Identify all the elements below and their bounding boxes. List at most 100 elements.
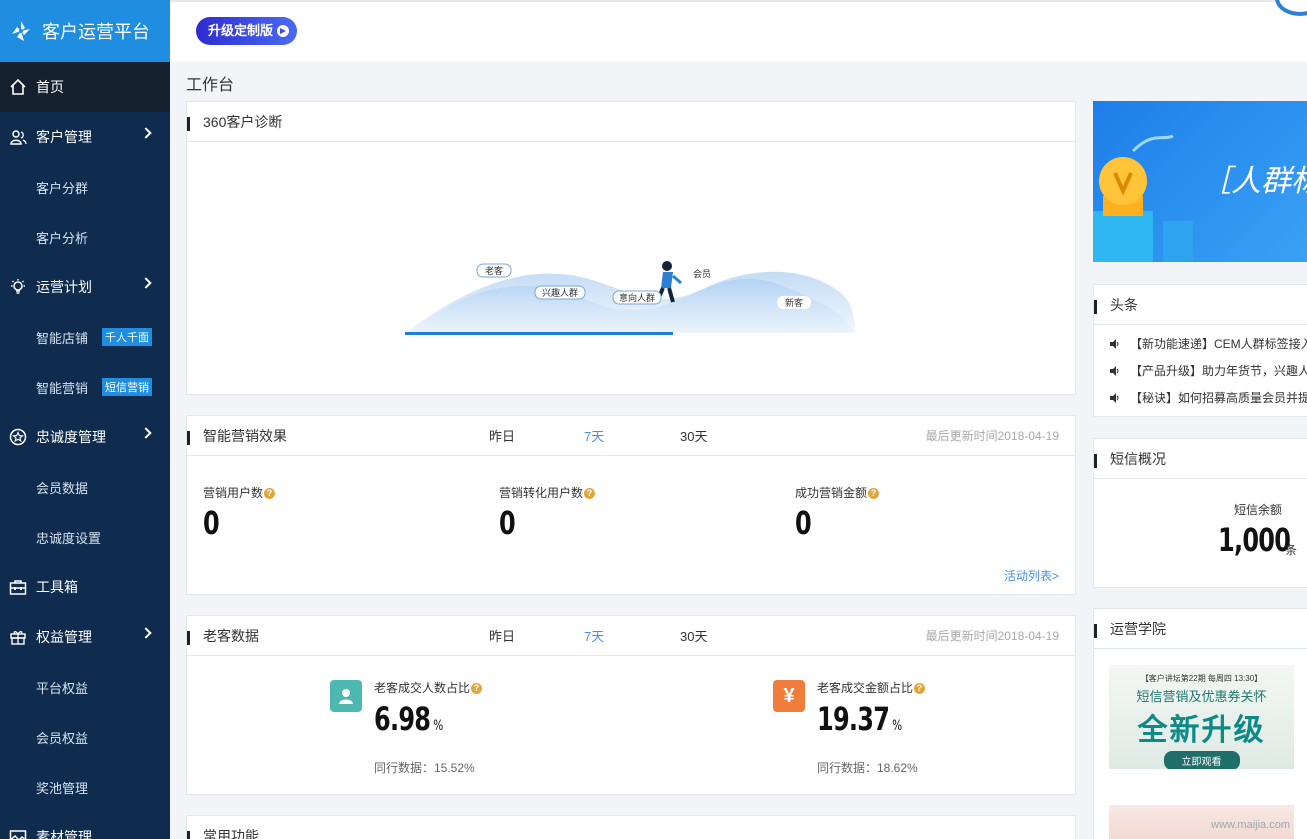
diag-label-old: 老客 (485, 265, 503, 276)
sidebar-nav: 首页 客户管理 客户分群 客户分析 运营计划 智能店铺 千人千面 智能营销 短信营销 忠诚度管理会… (0, 62, 170, 839)
metric-old-amount-ratio: 老客成交金额占比? (817, 679, 926, 696)
sidebar-item-3[interactable]: 客户分析 (0, 212, 170, 262)
users-icon (8, 127, 28, 147)
news-item-text: 【产品升级】助力年货节，兴趣人 (1130, 364, 1307, 378)
sidebar-item-1[interactable]: 客户管理 (0, 112, 170, 162)
marketing-period-yesterday[interactable]: 昨日 (489, 426, 515, 445)
sidebar-item-11[interactable]: 权益管理 (0, 612, 170, 662)
sidebar-item-10[interactable]: 工具箱 (0, 562, 170, 612)
sidebar-item-5[interactable]: 智能店铺 千人千面 (0, 312, 170, 362)
sidebar-item-label: 工具箱 (36, 579, 78, 595)
old-period-yesterday[interactable]: 昨日 (489, 626, 515, 645)
diag-label-new: 新客 (785, 297, 803, 308)
sidebar-item-2[interactable]: 客户分群 (0, 162, 170, 212)
metric-converted-users: 营销转化用户数? (499, 484, 596, 501)
speaker-icon (1110, 365, 1119, 376)
play-icon (280, 28, 287, 34)
old-customers-updated: 最后更新时间2018-04-19 (925, 629, 1059, 643)
sidebar-item-label: 会员数据 (36, 480, 89, 496)
sidebar-item-label: 智能营销 (36, 380, 89, 396)
sidebar-item-12[interactable]: 平台权益 (0, 662, 170, 712)
marketing-period-7d[interactable]: 7天 (584, 426, 604, 445)
diag-label-member: 会员 (693, 268, 711, 279)
metric-old-count-peer: 同行数据：15.52% (374, 761, 475, 775)
sidebar-item-15[interactable]: 素材管理 (0, 812, 170, 839)
toolbox-icon (8, 577, 28, 597)
sidebar-item-tag: 千人千面 (102, 328, 153, 346)
gift-icon (8, 627, 28, 647)
sidebar-item-13[interactable]: 会员权益 (0, 712, 170, 762)
watermark: www.maijia.com (1211, 819, 1290, 831)
sidebar-item-8[interactable]: 会员数据 (0, 462, 170, 512)
academy-banner-2[interactable]: www.maijia.com (1109, 805, 1294, 839)
ad-banner-text: ［人群标 (1201, 165, 1307, 198)
metric-success-amount-value: 0 (795, 504, 812, 542)
sidebar-item-9[interactable]: 忠诚度设置 (0, 512, 170, 562)
sidebar-item-7[interactable]: 忠诚度管理 (0, 412, 170, 462)
sidebar-item-label: 权益管理 (36, 629, 92, 645)
marketing-period-30d[interactable]: 30天 (680, 426, 707, 445)
academy-watch-button[interactable]: 立即观看 (1163, 751, 1240, 769)
diag-label-interest: 兴趣人群 (542, 287, 578, 298)
trophy-illustration (1093, 134, 1193, 262)
marketing-header: 智能营销效果 昨日 7天 30天 最后更新时间2018-04-19 (187, 416, 1075, 456)
sidebar-item-6[interactable]: 智能营销 短信营销 (0, 362, 170, 412)
academy-banner-top: 【客户讲坛第22期 每周四 13:30】 (1140, 674, 1263, 683)
academy-card: 运营学院 【客户讲坛第22期 每周四 13:30】 短信营销及优惠券关怀 全新升… (1093, 608, 1307, 839)
avatar[interactable] (1275, 0, 1307, 16)
sidebar-item-label: 运营计划 (36, 279, 92, 295)
metric-old-count-ratio: 老客成交人数占比? (374, 679, 483, 696)
old-period-7d[interactable]: 7天 (584, 626, 604, 645)
marketing-updated: 最后更新时间2018-04-19 (925, 429, 1059, 443)
help-icon[interactable]: ? (471, 683, 483, 695)
sidebar-item-label: 客户分群 (36, 180, 89, 196)
chevron-right-icon (140, 427, 152, 439)
sidebar-item-label: 首页 (36, 79, 64, 95)
metric-old-amount-peer: 同行数据：18.62% (817, 761, 918, 775)
brand-name: 客户运营平台 (42, 22, 150, 42)
old-period-30d[interactable]: 30天 (680, 626, 707, 645)
old-customers-header: 老客数据 昨日 7天 30天 最后更新时间2018-04-19 (187, 616, 1075, 656)
metric-converted-users-value: 0 (499, 504, 516, 542)
diagnosis-card: 360客户诊断 老客 兴趣人群 意向人群 会员 新客 (186, 101, 1076, 395)
help-icon[interactable]: ? (914, 683, 926, 695)
topbar: 升级定制版 (170, 0, 1307, 62)
chevron-right-icon (140, 627, 152, 639)
upgrade-button[interactable]: 升级定制版 (196, 17, 298, 45)
diagnosis-illustration: 老客 兴趣人群 意向人群 会员 新客 (405, 261, 855, 335)
person-icon (330, 680, 362, 712)
metric-marketing-users-value: 0 (203, 504, 220, 542)
upgrade-label: 升级定制版 (208, 23, 274, 38)
sidebar-item-label: 平台权益 (36, 680, 89, 696)
page-title: 工作台 (186, 77, 235, 94)
sidebar-item-label: 客户管理 (36, 129, 92, 145)
sidebar-item-0[interactable]: 首页 (0, 62, 170, 112)
academy-banner[interactable]: 【客户讲坛第22期 每周四 13:30】 短信营销及优惠券关怀 全新升级 立即观… (1109, 665, 1294, 769)
metric-old-amount-ratio-value: 19.37% (817, 700, 902, 738)
activity-list-link[interactable]: 活动列表> (1004, 567, 1059, 584)
brand[interactable]: 客户运营平台 (0, 0, 170, 62)
academy-banner-main: 全新升级 (1137, 714, 1266, 747)
sidebar-item-14[interactable]: 奖池管理 (0, 762, 170, 812)
news-item[interactable]: 【产品升级】助力年货节，兴趣人 (1110, 362, 1307, 379)
ad-banner[interactable]: ［人群标 (1093, 101, 1307, 262)
sms-title: 短信概况 (1094, 439, 1307, 479)
lightbulb-icon (8, 277, 28, 297)
help-icon[interactable]: ? (584, 488, 596, 500)
sidebar-item-4[interactable]: 运营计划 (0, 262, 170, 312)
sidebar-item-tag: 短信营销 (102, 378, 153, 396)
news-item[interactable]: 【秘诀】如何招募高质量会员并提 (1110, 389, 1307, 406)
common-functions-card: 常用功能 (186, 815, 1076, 839)
sms-card: 短信概况 短信余额 1,000 条 (1093, 438, 1307, 588)
sidebar-item-label: 忠诚度管理 (36, 429, 106, 445)
chevron-right-icon (140, 127, 152, 139)
help-icon[interactable]: ? (868, 488, 880, 500)
academy-title: 运营学院 (1094, 609, 1307, 649)
sms-balance-value: 1,000 (1218, 521, 1291, 559)
metric-old-count-ratio-value: 6.98% (374, 700, 443, 738)
news-title: 头条 (1094, 285, 1307, 325)
star-badge-icon (8, 427, 28, 447)
yen-icon: ¥ (773, 680, 805, 712)
news-item[interactable]: 【新功能速递】CEM人群标签接入 (1110, 335, 1307, 352)
help-icon[interactable]: ? (264, 488, 276, 500)
